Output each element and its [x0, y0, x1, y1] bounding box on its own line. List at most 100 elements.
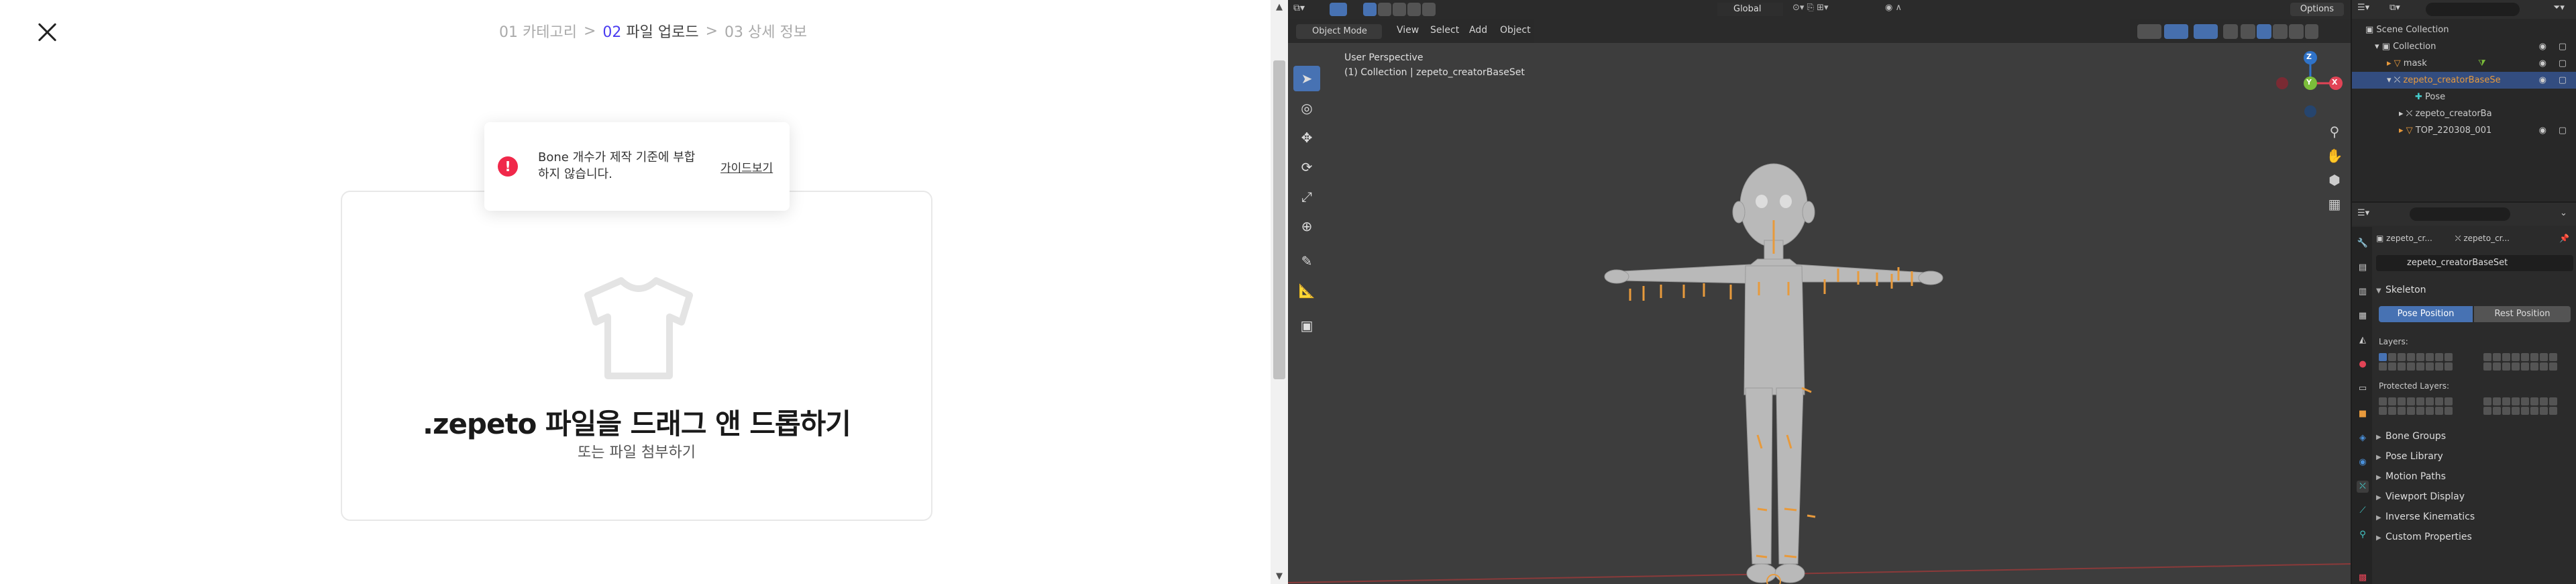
- scroll-up-icon[interactable]: ▲: [1271, 0, 1288, 15]
- page-scrollbar[interactable]: ▲ ▼: [1271, 0, 1288, 584]
- transform-icon[interactable]: ⊕: [1293, 213, 1320, 239]
- physics-tab-icon[interactable]: ◉: [2357, 456, 2369, 469]
- outliner-row[interactable]: ✚ Pose: [2352, 89, 2576, 105]
- eye-icon[interactable]: ◉: [2539, 122, 2546, 139]
- filter-icon[interactable]: ⏷▾: [2553, 3, 2573, 13]
- 3d-viewport[interactable]: User Perspective (1) Collection | zepeto…: [1288, 19, 2351, 584]
- menu-add[interactable]: Add: [1469, 25, 1487, 36]
- panel-custom-properties[interactable]: ▶ Custom Properties: [2376, 528, 2573, 546]
- collection-tab-icon[interactable]: ▭: [2357, 383, 2369, 395]
- editor-type-icon[interactable]: ⧉▾: [1293, 3, 1313, 16]
- select-box-icon[interactable]: [1330, 3, 1347, 16]
- skeleton-panel-header[interactable]: ▼ Skeleton: [2376, 281, 2573, 299]
- gizmo-y-label[interactable]: Y: [2306, 78, 2312, 87]
- pose-position-button[interactable]: Pose Position: [2379, 306, 2473, 322]
- outliner-row[interactable]: ▸ ⛌ zepeto_creatorBa: [2352, 105, 2576, 122]
- panel-bone-groups[interactable]: ▶ Bone Groups: [2376, 427, 2573, 446]
- rotate-icon[interactable]: ⟳: [1293, 154, 1320, 180]
- scroll-down-icon[interactable]: ▼: [1271, 569, 1288, 584]
- mode-new-icon[interactable]: [1363, 3, 1377, 16]
- menu-view[interactable]: View: [1397, 25, 1419, 36]
- menu-object[interactable]: Object: [1500, 25, 1531, 36]
- panel-motion-paths[interactable]: ▶ Motion Paths: [2376, 467, 2573, 486]
- select-cursor-icon[interactable]: ➤: [1293, 66, 1320, 91]
- visibility-icon[interactable]: [2137, 24, 2161, 39]
- mode-extend-icon[interactable]: [1378, 3, 1391, 16]
- orientation-dropdown[interactable]: Global: [1717, 3, 1783, 16]
- gizmo-toggle-icon[interactable]: [2164, 24, 2188, 39]
- outliner-type-icon[interactable]: ☰▾: [2357, 3, 2384, 13]
- object-tab-icon[interactable]: ■: [2357, 408, 2369, 420]
- step-2[interactable]: 02 파일 업로드: [602, 20, 698, 42]
- measure-icon[interactable]: 📐: [1293, 278, 1320, 303]
- armature-datablock-field[interactable]: zepeto_creatorBaseSet: [2376, 255, 2573, 271]
- outliner-search-input[interactable]: [2426, 3, 2520, 16]
- bone-layers-grid-a[interactable]: [2379, 353, 2453, 371]
- outliner-row-selected[interactable]: ▾ ⛌ zepeto_creatorBaseSe ◉ ▢: [2352, 72, 2576, 89]
- options-dropdown[interactable]: Options: [2290, 3, 2344, 16]
- armature-data-tab-icon[interactable]: ⛌: [2357, 481, 2369, 493]
- pin-icon[interactable]: 📌: [2559, 234, 2569, 243]
- grid-icon[interactable]: ▦: [2322, 192, 2347, 216]
- wireframe-shading-icon[interactable]: [2241, 24, 2255, 39]
- bone-tab-icon[interactable]: ⟋: [2357, 505, 2369, 517]
- shading-options-icon[interactable]: [2305, 24, 2318, 39]
- outliner-row[interactable]: ▾ ▣ Collection ◉ ▢: [2352, 38, 2576, 55]
- attach-file-link[interactable]: 또는 파일 첨부하기: [342, 440, 931, 462]
- chevron-down-icon[interactable]: ⌄: [2560, 208, 2573, 218]
- bone-layers-grid-b[interactable]: [2483, 353, 2557, 371]
- world-tab-icon[interactable]: ●: [2357, 358, 2369, 371]
- render-tab-icon[interactable]: ▤: [2357, 262, 2369, 274]
- render-shading-icon[interactable]: [2289, 24, 2304, 39]
- cursor-icon[interactable]: ◎: [1293, 95, 1320, 121]
- annotate-icon[interactable]: ✎: [1293, 248, 1320, 274]
- protected-layers-grid-a[interactable]: [2379, 397, 2453, 415]
- pan-hand-icon[interactable]: ✋: [2322, 144, 2347, 168]
- camera-render-icon[interactable]: ▢: [2559, 72, 2567, 89]
- constraint-tab-icon[interactable]: ⚲: [2357, 529, 2369, 541]
- material-shading-icon[interactable]: [2273, 24, 2288, 39]
- panel-inverse-kinematics[interactable]: ▶ Inverse Kinematics: [2376, 507, 2573, 526]
- overlay-toggle-icon[interactable]: [2194, 24, 2218, 39]
- file-dropzone[interactable]: .zepeto 파일을 드래그 앤 드롭하기 또는 파일 첨부하기: [341, 191, 932, 521]
- camera-render-icon[interactable]: ▢: [2559, 38, 2567, 55]
- mode-subtract-icon[interactable]: [1393, 3, 1406, 16]
- view-layer-tab-icon[interactable]: ▦: [2357, 310, 2369, 322]
- scale-icon[interactable]: ⤢: [1293, 184, 1320, 209]
- properties-type-icon[interactable]: ☰▾: [2357, 208, 2384, 218]
- modifier-tab-icon[interactable]: ◈: [2357, 432, 2369, 444]
- step-3[interactable]: 03 상세 정보: [724, 20, 807, 42]
- eye-icon[interactable]: ◉: [2539, 38, 2546, 55]
- gizmo-z-label[interactable]: Z: [2306, 52, 2312, 61]
- panel-pose-library[interactable]: ▶ Pose Library: [2376, 447, 2573, 466]
- mode-intersect-icon[interactable]: [1422, 3, 1436, 16]
- panel-viewport-display[interactable]: ▶ Viewport Display: [2376, 487, 2573, 506]
- pivot-snap-icons[interactable]: ⊙▾ ⎘ ⊞▾: [1792, 3, 1873, 16]
- display-mode-icon[interactable]: ⧉▾: [2390, 3, 2416, 13]
- scene-tab-icon[interactable]: ◭: [2357, 334, 2369, 346]
- gizmo-x-label[interactable]: X: [2332, 78, 2337, 87]
- output-tab-icon[interactable]: ▥: [2357, 286, 2369, 298]
- outliner-row[interactable]: ▸ ▽ TOP_220308_001 ◉ ▢: [2352, 122, 2576, 139]
- guide-link[interactable]: 가이드보기: [720, 158, 773, 175]
- menu-select[interactable]: Select: [1430, 25, 1459, 36]
- solid-shading-icon[interactable]: [2257, 24, 2271, 39]
- move-icon[interactable]: ✥: [1293, 125, 1320, 150]
- step-1[interactable]: 01 카테고리: [499, 20, 577, 42]
- xray-icon[interactable]: [2223, 24, 2238, 39]
- tool-tab-icon[interactable]: 🔧: [2357, 238, 2369, 250]
- protected-layers-grid-b[interactable]: [2483, 397, 2557, 415]
- outliner-row[interactable]: ▣ Scene Collection: [2352, 21, 2576, 38]
- close-icon[interactable]: [34, 19, 60, 46]
- eye-icon[interactable]: ◉: [2539, 72, 2546, 89]
- properties-search-input[interactable]: [2410, 207, 2510, 221]
- texture-tab-icon[interactable]: ▩: [2357, 572, 2369, 584]
- camera-render-icon[interactable]: ▢: [2559, 55, 2567, 72]
- mode-invert-icon[interactable]: [1407, 3, 1421, 16]
- outliner-row[interactable]: ▸ ▽ mask ⧩ ◉ ▢: [2352, 55, 2576, 72]
- add-cube-icon[interactable]: ▣: [1293, 313, 1320, 338]
- eye-icon[interactable]: ◉: [2539, 55, 2546, 72]
- rest-position-button[interactable]: Rest Position: [2474, 306, 2571, 322]
- camera-render-icon[interactable]: ▢: [2559, 122, 2567, 139]
- object-mode-dropdown[interactable]: Object Mode: [1296, 24, 1382, 39]
